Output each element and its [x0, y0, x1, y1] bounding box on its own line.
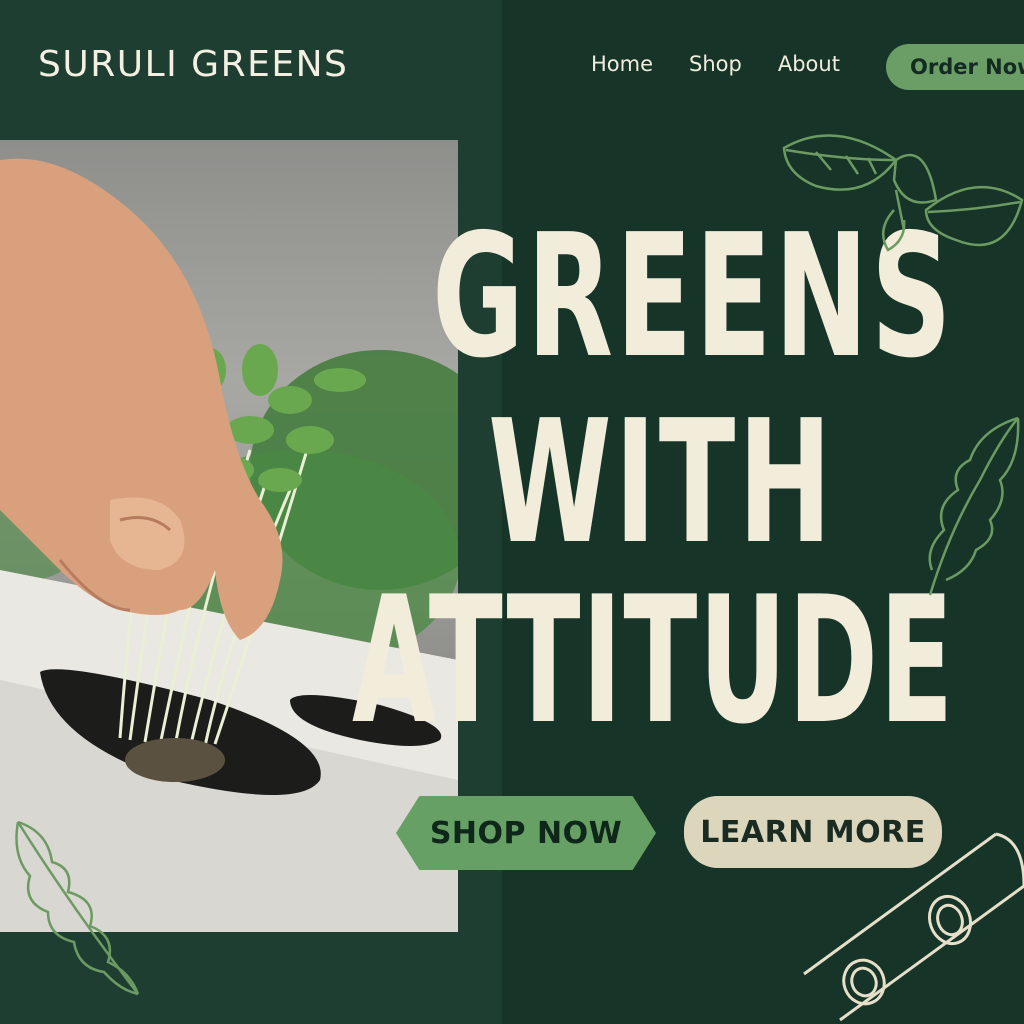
- arugula-leaf-icon: [15, 820, 140, 996]
- nav-shop-link[interactable]: Shop: [689, 52, 742, 76]
- basil-leaf-icon: [782, 134, 1024, 252]
- nav-about-link[interactable]: About: [778, 52, 840, 76]
- arugula-leaf-icon: [928, 416, 1020, 596]
- headline-line-3: ATTITUDE: [352, 560, 955, 763]
- shop-now-button[interactable]: SHOP NOW: [396, 796, 656, 870]
- headline-line-2: WITH: [488, 384, 835, 582]
- hydroponic-tube-icon: [803, 832, 1024, 1022]
- main-nav: Home Shop About: [591, 52, 840, 76]
- nav-home-link[interactable]: Home: [591, 52, 653, 76]
- order-now-button[interactable]: Order Now: [886, 44, 1024, 90]
- brand-logo[interactable]: SURULI GREENS: [38, 44, 348, 85]
